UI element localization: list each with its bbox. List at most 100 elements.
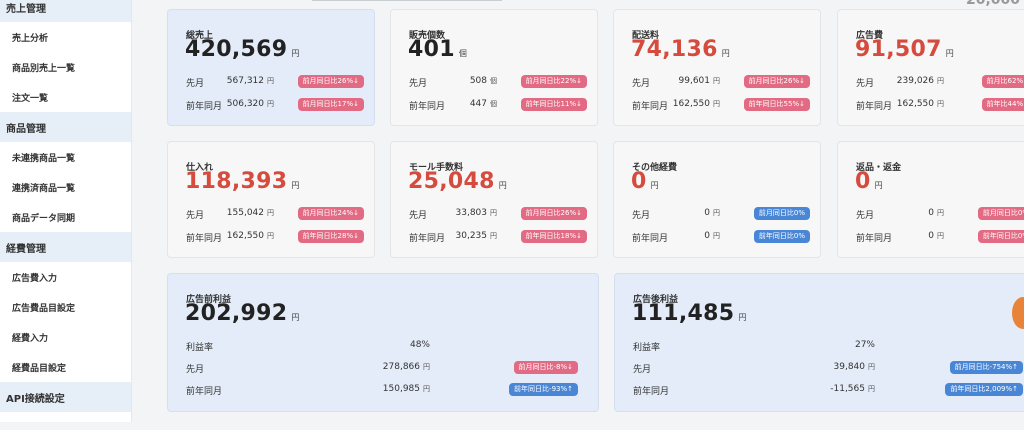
comparison-label: 先月 — [186, 79, 205, 89]
profit-row: 利益率 48% — [186, 339, 578, 353]
comparison-value: 155,042 円 — [226, 208, 274, 218]
profit-unit: 円 — [738, 313, 747, 322]
metric-card: 総売上 420,569 円 先月 567,312 円 前月同日比26%↓ 前年同月 … — [167, 9, 375, 126]
metric-value: 401 個 — [408, 37, 467, 62]
metric-card: 仕入れ 118,393 円 先月 155,042 円 前月同日比24%↓ 前年同月 … — [167, 141, 375, 258]
change-badge: 前年同日比-93%↑ — [509, 383, 578, 396]
metric-unit: 円 — [650, 181, 659, 190]
profit-row-value: -11,565 円 — [830, 384, 875, 394]
comparison-value: 506,320 円 — [226, 99, 274, 109]
metric-card: モール手数料 25,048 円 先月 33,803 円 前月同日比26%↓ 前年同月… — [390, 141, 598, 258]
comparison-label: 先月 — [856, 79, 875, 89]
profit-row-value: 39,840 円 — [833, 362, 876, 372]
profit-row-value: 278,866 円 — [382, 362, 430, 372]
comparison-label: 前年同月 — [409, 102, 446, 112]
change-badge: 前月同日比17%↓ — [297, 98, 364, 111]
comparison-value: 162,550 円 — [672, 99, 720, 109]
comparison-row: 前年同月 30,235 円 前年同日比18%↓ — [409, 230, 587, 244]
comparison-label: 前年同月 — [632, 234, 669, 244]
comparison-row: 先月 33,803 円 前月同日比26%↓ — [409, 207, 587, 221]
comparison-label: 先月 — [409, 79, 428, 89]
comparison-label: 前年同月 — [186, 234, 223, 244]
comparison-value: 33,803 円 — [455, 208, 498, 218]
metric-unit: 円 — [874, 181, 883, 190]
sidebar-item[interactable]: 注文一覧 — [0, 82, 131, 112]
profit-row-label: 先月 — [186, 365, 205, 375]
metric-value: 91,507 円 — [855, 37, 954, 62]
metric-value: 74,136 円 — [631, 37, 730, 62]
comparison-label: 先月 — [856, 211, 875, 221]
change-badge: 前月同日比26%↓ — [297, 75, 364, 88]
metric-unit: 円 — [945, 49, 954, 58]
profit-row-value: 150,985 円 — [382, 384, 430, 394]
change-badge: 前年同日比2,009%↑ — [945, 383, 1023, 396]
comparison-value: 447 個 — [469, 99, 497, 109]
sidebar-item[interactable]: 経費品目設定 — [0, 352, 131, 382]
sidebar-section[interactable]: 商品管理 — [0, 112, 131, 142]
sidebar-section[interactable]: API接続設定 — [0, 382, 131, 412]
change-badge: 前年同日比18%↓ — [520, 230, 587, 243]
profit-row-value: 27% — [854, 340, 875, 350]
sidebar-section[interactable]: 経費管理 — [0, 232, 131, 262]
metric-card: 返品・返金 0円 先月 0円 前月同日比0% 前年同月 0円 前年同日比0% — [837, 141, 1024, 258]
metric-unit: 個 — [458, 49, 467, 58]
profit-row-label: 利益率 — [633, 343, 661, 353]
comparison-label: 先月 — [632, 211, 651, 221]
comparison-value: 239,026 円 — [896, 76, 944, 86]
change-badge: 前年同日比55%↓ — [743, 98, 810, 111]
comparison-row: 先月 0円 前月同日比0% — [856, 207, 1024, 221]
sidebar-item[interactable]: 経費入力 — [0, 322, 131, 352]
change-badge: 前月同日比26%↓ — [743, 75, 810, 88]
profit-row: 利益率 27% — [633, 339, 1023, 353]
profit-row-value: 48% — [409, 340, 430, 350]
comparison-value: 0円 — [704, 208, 720, 218]
comparison-value: 0円 — [704, 231, 720, 241]
metric-card: その他経費 0円 先月 0円 前月同日比0% 前年同月 0円 前年同日比0% — [613, 141, 821, 258]
profit-row-label: 先月 — [633, 365, 652, 375]
metric-unit: 円 — [721, 49, 730, 58]
profit-row: 前年同月 -11,565 円 前年同日比2,009%↑ — [633, 383, 1023, 397]
metric-value: 0円 — [855, 169, 883, 194]
sidebar: 売上管理 売上分析 商品別売上一覧 注文一覧 商品管理 未連携商品一覧 連携済商品一覧 商品デ… — [0, 0, 132, 422]
sidebar-item[interactable]: 商品別売上一覧 — [0, 52, 131, 82]
profit-row: 前年同月 150,985 円 前年同日比-93%↑ — [186, 383, 578, 397]
profit-card: 広告後利益 111,485 円 利益率 27% 先月 39,840 円 前月同日比-… — [614, 273, 1024, 412]
comparison-row: 先月 239,026円 前月比62%↓ — [856, 75, 1024, 89]
metric-unit: 円 — [291, 49, 300, 58]
sidebar-item[interactable]: 未連携商品一覧 — [0, 142, 131, 172]
change-badge: 前年比44%↓ — [981, 98, 1024, 111]
change-badge: 前月同日比-754%↑ — [949, 361, 1023, 374]
sidebar-item[interactable]: 売上分析 — [0, 22, 131, 52]
sidebar-item[interactable]: 楽天 — [0, 412, 131, 422]
sidebar-item[interactable]: 広告費品目設定 — [0, 292, 131, 322]
comparison-row: 前年同月 162,550円 前年比44%↓ — [856, 98, 1024, 112]
comparison-label: 前年同月 — [856, 234, 893, 244]
change-badge: 前月同日比0% — [977, 207, 1024, 220]
comparison-label: 前年同月 — [632, 102, 669, 112]
comparison-row: 先月 99,601 円 前月同日比26%↓ — [632, 75, 810, 89]
comparison-row: 先月 508 個 前月同日比22%↓ — [409, 75, 587, 89]
change-badge: 前年同日比28%↓ — [297, 230, 364, 243]
change-badge: 前年同日比0% — [977, 230, 1024, 243]
profit-row-label: 前年同月 — [186, 387, 223, 397]
metric-value: 0円 — [631, 169, 659, 194]
comparison-row: 前年同月 506,320 円 前月同日比17%↓ — [186, 98, 364, 112]
sidebar-item[interactable]: 広告費入力 — [0, 262, 131, 292]
comparison-row: 先月 0円 前月同日比0% — [632, 207, 810, 221]
metric-value: 118,393 円 — [185, 169, 300, 194]
sidebar-item[interactable]: 連携済商品一覧 — [0, 172, 131, 202]
profit-row-label: 利益率 — [186, 343, 214, 353]
comparison-row: 前年同月 447 個 前年同日比11%↓ — [409, 98, 587, 112]
comparison-label: 先月 — [632, 79, 651, 89]
comparison-row: 前年同月 0円 前年同日比0% — [632, 230, 810, 244]
change-badge: 前月比62%↓ — [981, 75, 1024, 88]
sidebar-item[interactable]: 商品データ同期 — [0, 202, 131, 232]
metric-unit: 円 — [291, 181, 300, 190]
change-badge: 前月同日比-8%↓ — [513, 361, 578, 374]
metric-unit: 円 — [498, 181, 507, 190]
profit-card: 広告前利益 202,992 円 利益率 48% 先月 278,866 円 前月同日比… — [167, 273, 599, 412]
sidebar-section[interactable]: 売上管理 — [0, 0, 131, 22]
profit-row-label: 前年同月 — [633, 387, 670, 397]
comparison-value: 0円 — [928, 231, 944, 241]
comparison-value: 162,550 円 — [226, 231, 274, 241]
